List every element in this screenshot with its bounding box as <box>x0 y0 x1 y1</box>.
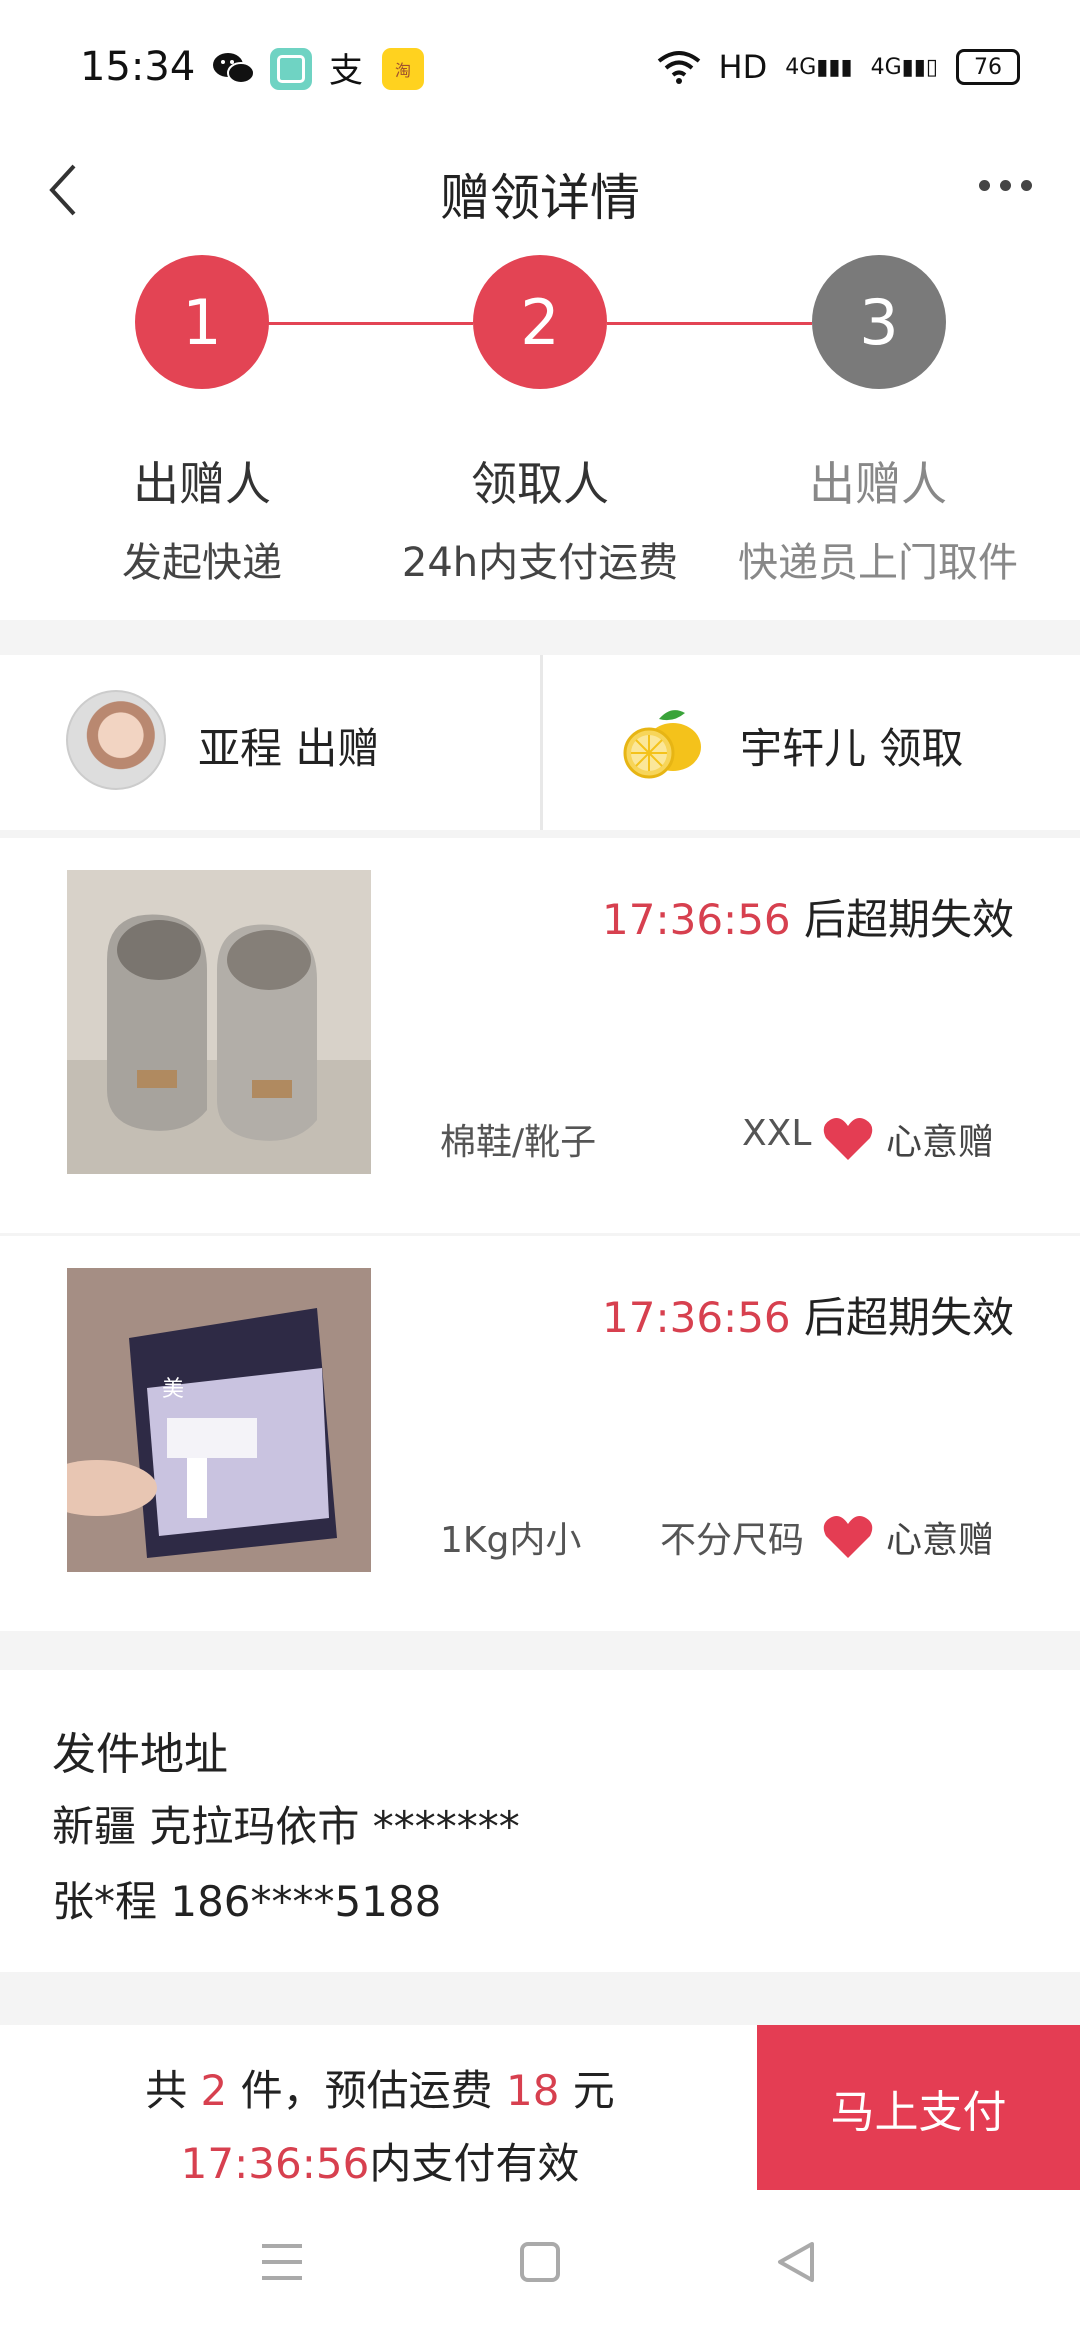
home-icon[interactable] <box>516 2238 564 2286</box>
step-1-title: 出赠人 <box>133 457 271 511</box>
checkout-bar: 共 2 件，预估运费 18 元 17:36:56内支付有效 马上支付 <box>0 2025 1080 2190</box>
giver-avatar[interactable] <box>66 690 166 790</box>
step-1-subtitle: 发起快递 <box>122 540 282 586</box>
signal-4g-1: 4G▮▮▮ <box>785 54 853 80</box>
nav-bar: 赠领详情 <box>0 130 1080 250</box>
pay-now-button[interactable]: 马上支付 <box>757 2025 1080 2190</box>
address-title: 发件地址 <box>52 1729 228 1780</box>
item-2-tag: 心意赠 <box>886 1520 995 1561</box>
step-3-title: 出赠人 <box>809 457 947 511</box>
progress-steps: 1 2 3 出赠人 领取人 出赠人 发起快递 24h内支付运费 快递员上门取件 <box>0 250 1080 620</box>
step-3-circle: 3 <box>812 255 946 389</box>
system-navigation-bar <box>0 2190 1080 2340</box>
alipay-icon: 支 <box>329 51 363 90</box>
item-2-size: 不分尺码 <box>660 1520 805 1561</box>
item-2-countdown: 17:36:56 后超期失效 <box>602 1293 1014 1342</box>
heart-icon <box>823 1118 873 1160</box>
order-summary: 共 2 件，预估运费 18 元 <box>145 2066 615 2115</box>
step-2-title: 领取人 <box>471 457 609 511</box>
step-connector-2 <box>607 322 812 325</box>
status-time: 15:34 <box>80 44 196 90</box>
step-1-circle: 1 <box>135 255 269 389</box>
giver-label: 亚程 出赠 <box>198 724 380 773</box>
back-triangle-icon[interactable] <box>772 2238 820 2286</box>
address-line-1: 新疆 克拉玛依市 ******* <box>52 1802 520 1851</box>
wifi-icon <box>657 51 700 84</box>
payment-deadline: 17:36:56内支付有效 <box>180 2139 580 2188</box>
network-type: HD <box>718 48 768 86</box>
item-1-tag: 心意赠 <box>886 1122 995 1163</box>
app-icon <box>270 48 312 90</box>
svg-text:支: 支 <box>329 51 363 90</box>
notification-icons: 支 淘 <box>212 48 424 90</box>
item-2-photo: 美 <box>67 1268 371 1572</box>
taobao-icon: 淘 <box>382 48 424 90</box>
step-3-subtitle: 快递员上门取件 <box>738 540 1018 586</box>
status-right: HD 4G▮▮▮ 4G▮▮▯ 76 <box>657 48 1020 86</box>
heart-icon <box>823 1516 873 1558</box>
page-title: 赠领详情 <box>440 169 640 227</box>
item-1-size: XXL <box>742 1113 812 1154</box>
item-1-countdown: 17:36:56 后超期失效 <box>602 895 1014 944</box>
gift-item-1[interactable]: 17:36:56 后超期失效 棉鞋/靴子 XXL 心意赠 <box>0 838 1080 1233</box>
address-contact: 张*程 186****5188 <box>52 1877 442 1926</box>
gift-item-2[interactable]: 美 17:36:56 后超期失效 1Kg内小 不分尺码 心意赠 <box>0 1236 1080 1631</box>
step-connector-1 <box>268 322 473 325</box>
sender-address-card: 发件地址 新疆 克拉玛依市 ******* 张*程 186****5188 <box>0 1670 1080 1972</box>
receiver-label: 宇轩儿 领取 <box>740 724 964 773</box>
step-2-circle: 2 <box>473 255 607 389</box>
item-2-category: 1Kg内小 <box>440 1520 582 1561</box>
item-1-category: 棉鞋/靴子 <box>440 1122 597 1163</box>
item-1-photo <box>67 870 371 1174</box>
status-bar: 15:34 支 淘 HD 4G▮▮▮ 4G▮▮▯ 76 <box>0 0 1080 130</box>
battery-level: 76 <box>974 54 1002 80</box>
signal-4g-2: 4G▮▮▯ <box>870 54 938 80</box>
more-dots-icon[interactable] <box>979 180 1032 191</box>
svg-text:美: 美 <box>162 1377 184 1402</box>
menu-icon[interactable] <box>258 2240 306 2284</box>
battery-icon: 76 <box>956 49 1020 85</box>
step-2-subtitle: 24h内支付运费 <box>401 540 679 586</box>
participants-row: 亚程 出赠 宇轩儿 领取 <box>0 655 1080 830</box>
wechat-icon <box>213 53 255 84</box>
participants-divider <box>540 655 543 830</box>
lemon-icon[interactable] <box>615 695 705 785</box>
